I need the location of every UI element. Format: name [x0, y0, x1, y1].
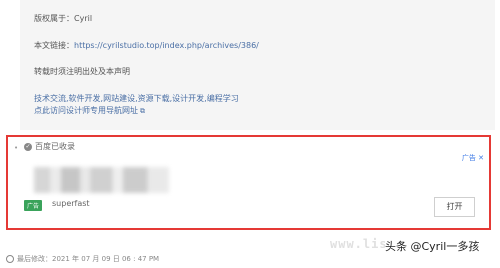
copyright-owner-line: 版权属于：Cyril	[34, 13, 92, 24]
ad-close-tag[interactable]: 广告 ✕	[462, 153, 484, 163]
ad-source: superfast	[52, 199, 90, 208]
copyright-link-line: 本文链接：https://cyrilstudio.top/index.php/a…	[34, 40, 259, 51]
last-modified-text: 最后修改：2021 年 07 月 09 日 06 : 47 PM	[17, 255, 160, 263]
owner-label: 版权属于：	[34, 14, 74, 23]
channel-watermark: 头条 @Cyril一多孩	[385, 238, 480, 254]
clock-icon	[6, 255, 14, 263]
site-watermark: www.lis	[330, 237, 388, 251]
ad-card: • ✓ 百度已收录 广告 ✕ 广告 superfast 打开	[6, 135, 491, 230]
link-label: 本文链接：	[34, 41, 74, 50]
copyright-box: 版权属于：Cyril 本文链接：https://cyrilstudio.top/…	[20, 0, 495, 130]
last-modified: 最后修改：2021 年 07 月 09 日 06 : 47 PM	[6, 254, 159, 264]
promo-line-1: 技术交流,软件开发,网站建设,资源下载,设计开发,编程学习	[34, 93, 239, 104]
ad-title-blurred[interactable]	[34, 167, 169, 193]
list-bullet: •	[14, 144, 19, 152]
check-circle-icon: ✓	[24, 142, 32, 151]
open-button[interactable]: 打开	[434, 197, 475, 217]
promo-line-2: 点此访问设计师专用导航网址 ⧉	[34, 105, 145, 116]
external-link-icon: ⧉	[140, 107, 145, 115]
baidu-status: ✓ 百度已收录	[24, 141, 75, 152]
article-link[interactable]: https://cyrilstudio.top/index.php/archiv…	[74, 41, 259, 50]
baidu-status-text: 百度已收录	[35, 142, 75, 151]
ad-badge: 广告	[24, 200, 43, 211]
promo-link-1[interactable]: 技术交流,软件开发,网站建设,资源下载,设计开发,编程学习	[34, 94, 239, 103]
owner-name: Cyril	[74, 14, 93, 23]
repost-notice: 转载时须注明出处及本声明	[34, 67, 130, 76]
promo-link-2[interactable]: 点此访问设计师专用导航网址	[34, 106, 138, 115]
